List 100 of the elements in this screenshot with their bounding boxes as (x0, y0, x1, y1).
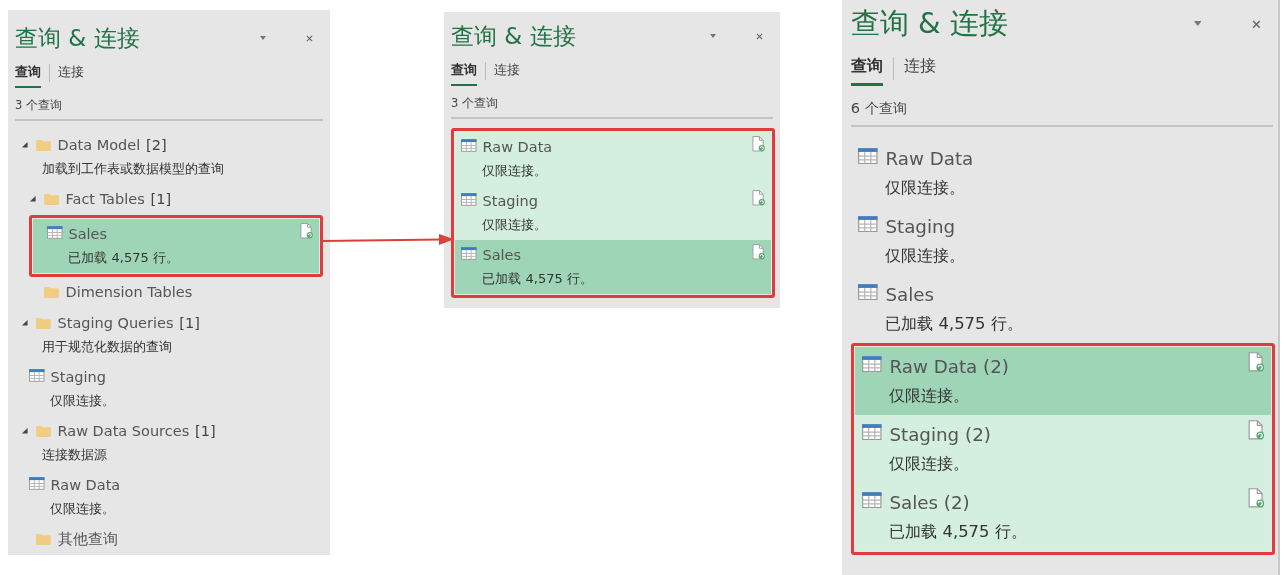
item-description: 加载到工作表或数据模型的查询 (41, 159, 226, 178)
item-name: Raw Data (2) (889, 355, 1009, 377)
expanded-triangle-icon[interactable] (21, 319, 29, 327)
item-description: 已加载 4,575 行。 (884, 312, 1024, 335)
item-description: 用于规范化数据的查询 (41, 337, 174, 356)
query-count: 3 个查询 (451, 95, 773, 119)
folder-item[interactable]: Staging Queries [1] 用于规范化数据的查询 (15, 307, 323, 362)
item-name: Staging Queries (57, 315, 174, 332)
item-count: [1] (150, 191, 172, 208)
item-description: 仅限连接。 (884, 176, 967, 199)
tab[interactable]: 查询 (15, 63, 41, 88)
folder-icon (35, 425, 51, 438)
tab[interactable]: 连接 (494, 61, 520, 86)
query-item[interactable]: Sales 已加载 4,575 行。 (455, 239, 771, 294)
folder-item[interactable]: Raw Data Sources [1] 连接数据源 (15, 415, 323, 470)
pane-title: 查询 & 连接 (451, 21, 577, 51)
table-icon (862, 491, 882, 508)
caret-icon[interactable] (260, 36, 266, 40)
document-refresh-icon[interactable] (300, 222, 313, 239)
item-count: [2] (146, 137, 167, 154)
table-icon (858, 215, 878, 232)
expanded-triangle-icon[interactable] (21, 427, 29, 435)
close-icon[interactable] (1251, 19, 1261, 29)
query-item[interactable]: Raw Data 仅限连接。 (850, 138, 1273, 207)
item-name: Staging (885, 215, 956, 237)
folder-icon (35, 139, 51, 152)
folder-item[interactable]: Fact Tables [1] (15, 183, 323, 215)
query-item[interactable]: Raw Data 仅限连接。 (15, 469, 323, 524)
table-icon (858, 283, 878, 300)
item-description: 连接数据源 (41, 445, 109, 464)
item-name: Staging (2) (889, 423, 991, 445)
tab[interactable]: 查询 (850, 55, 883, 87)
item-name: Sales (482, 247, 522, 264)
item-name: Fact Tables (65, 191, 145, 208)
table-icon (862, 423, 882, 440)
close-icon[interactable] (306, 34, 313, 42)
item-name: Raw Data Sources (57, 423, 190, 440)
item-name: Sales (2) (889, 491, 970, 513)
query-item[interactable]: Staging 仅限连接。 (15, 361, 323, 416)
item-description: 已加载 4,575 行。 (888, 520, 1028, 543)
pane-title: 查询 & 连接 (15, 23, 141, 53)
caret-icon[interactable] (710, 34, 716, 38)
item-description: 仅限连接。 (49, 499, 117, 518)
query-item[interactable]: Sales (2) 已加载 4,575 行。 (854, 482, 1272, 551)
query-count: 6 个查询 (850, 99, 1273, 128)
folder-icon (35, 317, 51, 330)
item-name: Sales (885, 283, 935, 305)
item-name: Raw Data (50, 477, 121, 494)
item-name: Staging (50, 369, 106, 386)
folder-item[interactable]: Dimension Tables (15, 276, 323, 308)
query-item[interactable]: Staging (2) 仅限连接。 (854, 414, 1272, 483)
expanded-triangle-icon[interactable] (21, 141, 29, 149)
item-name: Data Model (57, 137, 141, 154)
table-icon (461, 192, 477, 206)
document-refresh-icon[interactable] (752, 243, 765, 260)
pane-title: 查询 & 连接 (850, 4, 1009, 42)
document-refresh-icon[interactable] (752, 189, 765, 206)
item-name: Dimension Tables (65, 284, 193, 301)
table-icon (29, 368, 45, 382)
document-refresh-icon[interactable] (1247, 487, 1264, 508)
tab[interactable]: 连接 (903, 55, 936, 87)
document-refresh-icon[interactable] (1247, 419, 1264, 440)
tab[interactable]: 连接 (58, 63, 84, 88)
query-item[interactable]: Raw Data (2) 仅限连接。 (854, 346, 1272, 415)
item-description: 仅限连接。 (481, 161, 549, 180)
caret-icon[interactable] (1193, 21, 1202, 27)
item-description: 仅限连接。 (888, 384, 971, 407)
query-item[interactable]: Raw Data 仅限连接。 (455, 131, 771, 186)
table-icon (858, 147, 878, 164)
document-refresh-icon[interactable] (1247, 351, 1264, 372)
tab[interactable]: 查询 (451, 61, 477, 86)
expanded-triangle-icon[interactable] (29, 195, 37, 203)
document-refresh-icon[interactable] (752, 135, 765, 152)
query-item[interactable]: Staging 仅限连接。 (455, 185, 771, 240)
item-name: Raw Data (885, 147, 974, 169)
item-count: [1] (179, 315, 200, 332)
item-description: 已加载 4,575 行。 (481, 269, 594, 288)
item-description: 仅限连接。 (49, 391, 117, 410)
folder-icon (43, 286, 59, 299)
table-icon (461, 138, 477, 152)
folder-item[interactable]: 其他查询 (15, 523, 323, 555)
item-description: 已加载 4,575 行。 (67, 248, 180, 267)
item-name: 其他查询 (57, 529, 118, 549)
close-icon[interactable] (756, 32, 763, 40)
query-item[interactable]: Sales 已加载 4,575 行。 (33, 218, 319, 273)
query-item[interactable]: Staging 仅限连接。 (850, 206, 1273, 275)
table-icon (47, 225, 63, 239)
folder-icon (35, 533, 51, 546)
query-count: 3 个查询 (15, 97, 323, 121)
item-name: Raw Data (482, 139, 553, 156)
table-icon (461, 246, 477, 260)
table-icon (29, 476, 45, 490)
item-count: [1] (195, 423, 216, 440)
item-description: 仅限连接。 (888, 452, 971, 475)
folder-item[interactable]: Data Model [2] 加载到工作表或数据模型的查询 (15, 129, 323, 184)
folder-icon (43, 193, 59, 206)
query-item[interactable]: Sales 已加载 4,575 行。 (850, 274, 1273, 343)
item-description: 仅限连接。 (884, 244, 967, 267)
item-name: Sales (68, 226, 108, 243)
item-description: 仅限连接。 (481, 215, 549, 234)
